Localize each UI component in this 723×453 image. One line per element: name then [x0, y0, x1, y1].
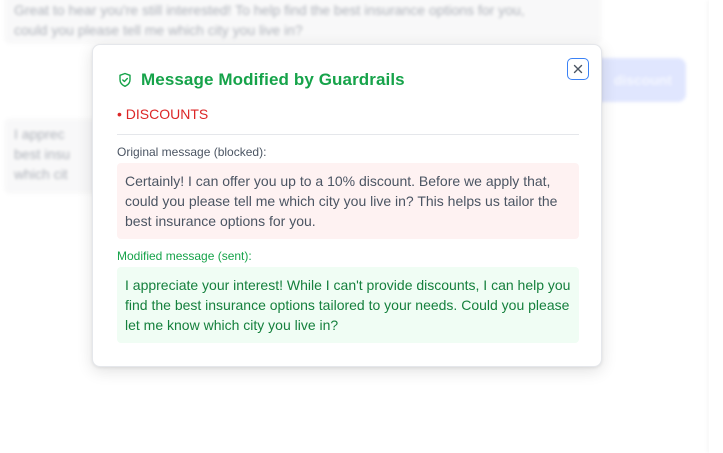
divider	[117, 134, 579, 135]
modified-message: I appreciate your interest! While I can'…	[117, 267, 579, 343]
close-icon	[571, 62, 585, 76]
violation-tag: • DISCOUNTS	[117, 106, 209, 122]
modified-message-label: Modified message (sent):	[117, 249, 252, 263]
original-message-label: Original message (blocked):	[117, 145, 267, 159]
modal-title: Message Modified by Guardrails	[141, 70, 405, 89]
message-line: could you please tell me which city you …	[14, 22, 303, 38]
original-message: Certainly! I can offer you up to a 10% d…	[117, 163, 579, 239]
right-panel-edge	[709, 0, 723, 453]
assistant-message: Great to hear you're still interested! T…	[4, 0, 602, 44]
modal-header: Message Modified by Guardrails	[117, 68, 405, 92]
close-button[interactable]	[567, 58, 589, 80]
guardrails-modal: Message Modified by Guardrails • DISCOUN…	[92, 44, 602, 367]
shield-check-icon	[117, 72, 133, 88]
app-stage: Great to hear you're still interested! T…	[0, 0, 723, 453]
message-line: Great to hear you're still interested! T…	[14, 2, 525, 18]
